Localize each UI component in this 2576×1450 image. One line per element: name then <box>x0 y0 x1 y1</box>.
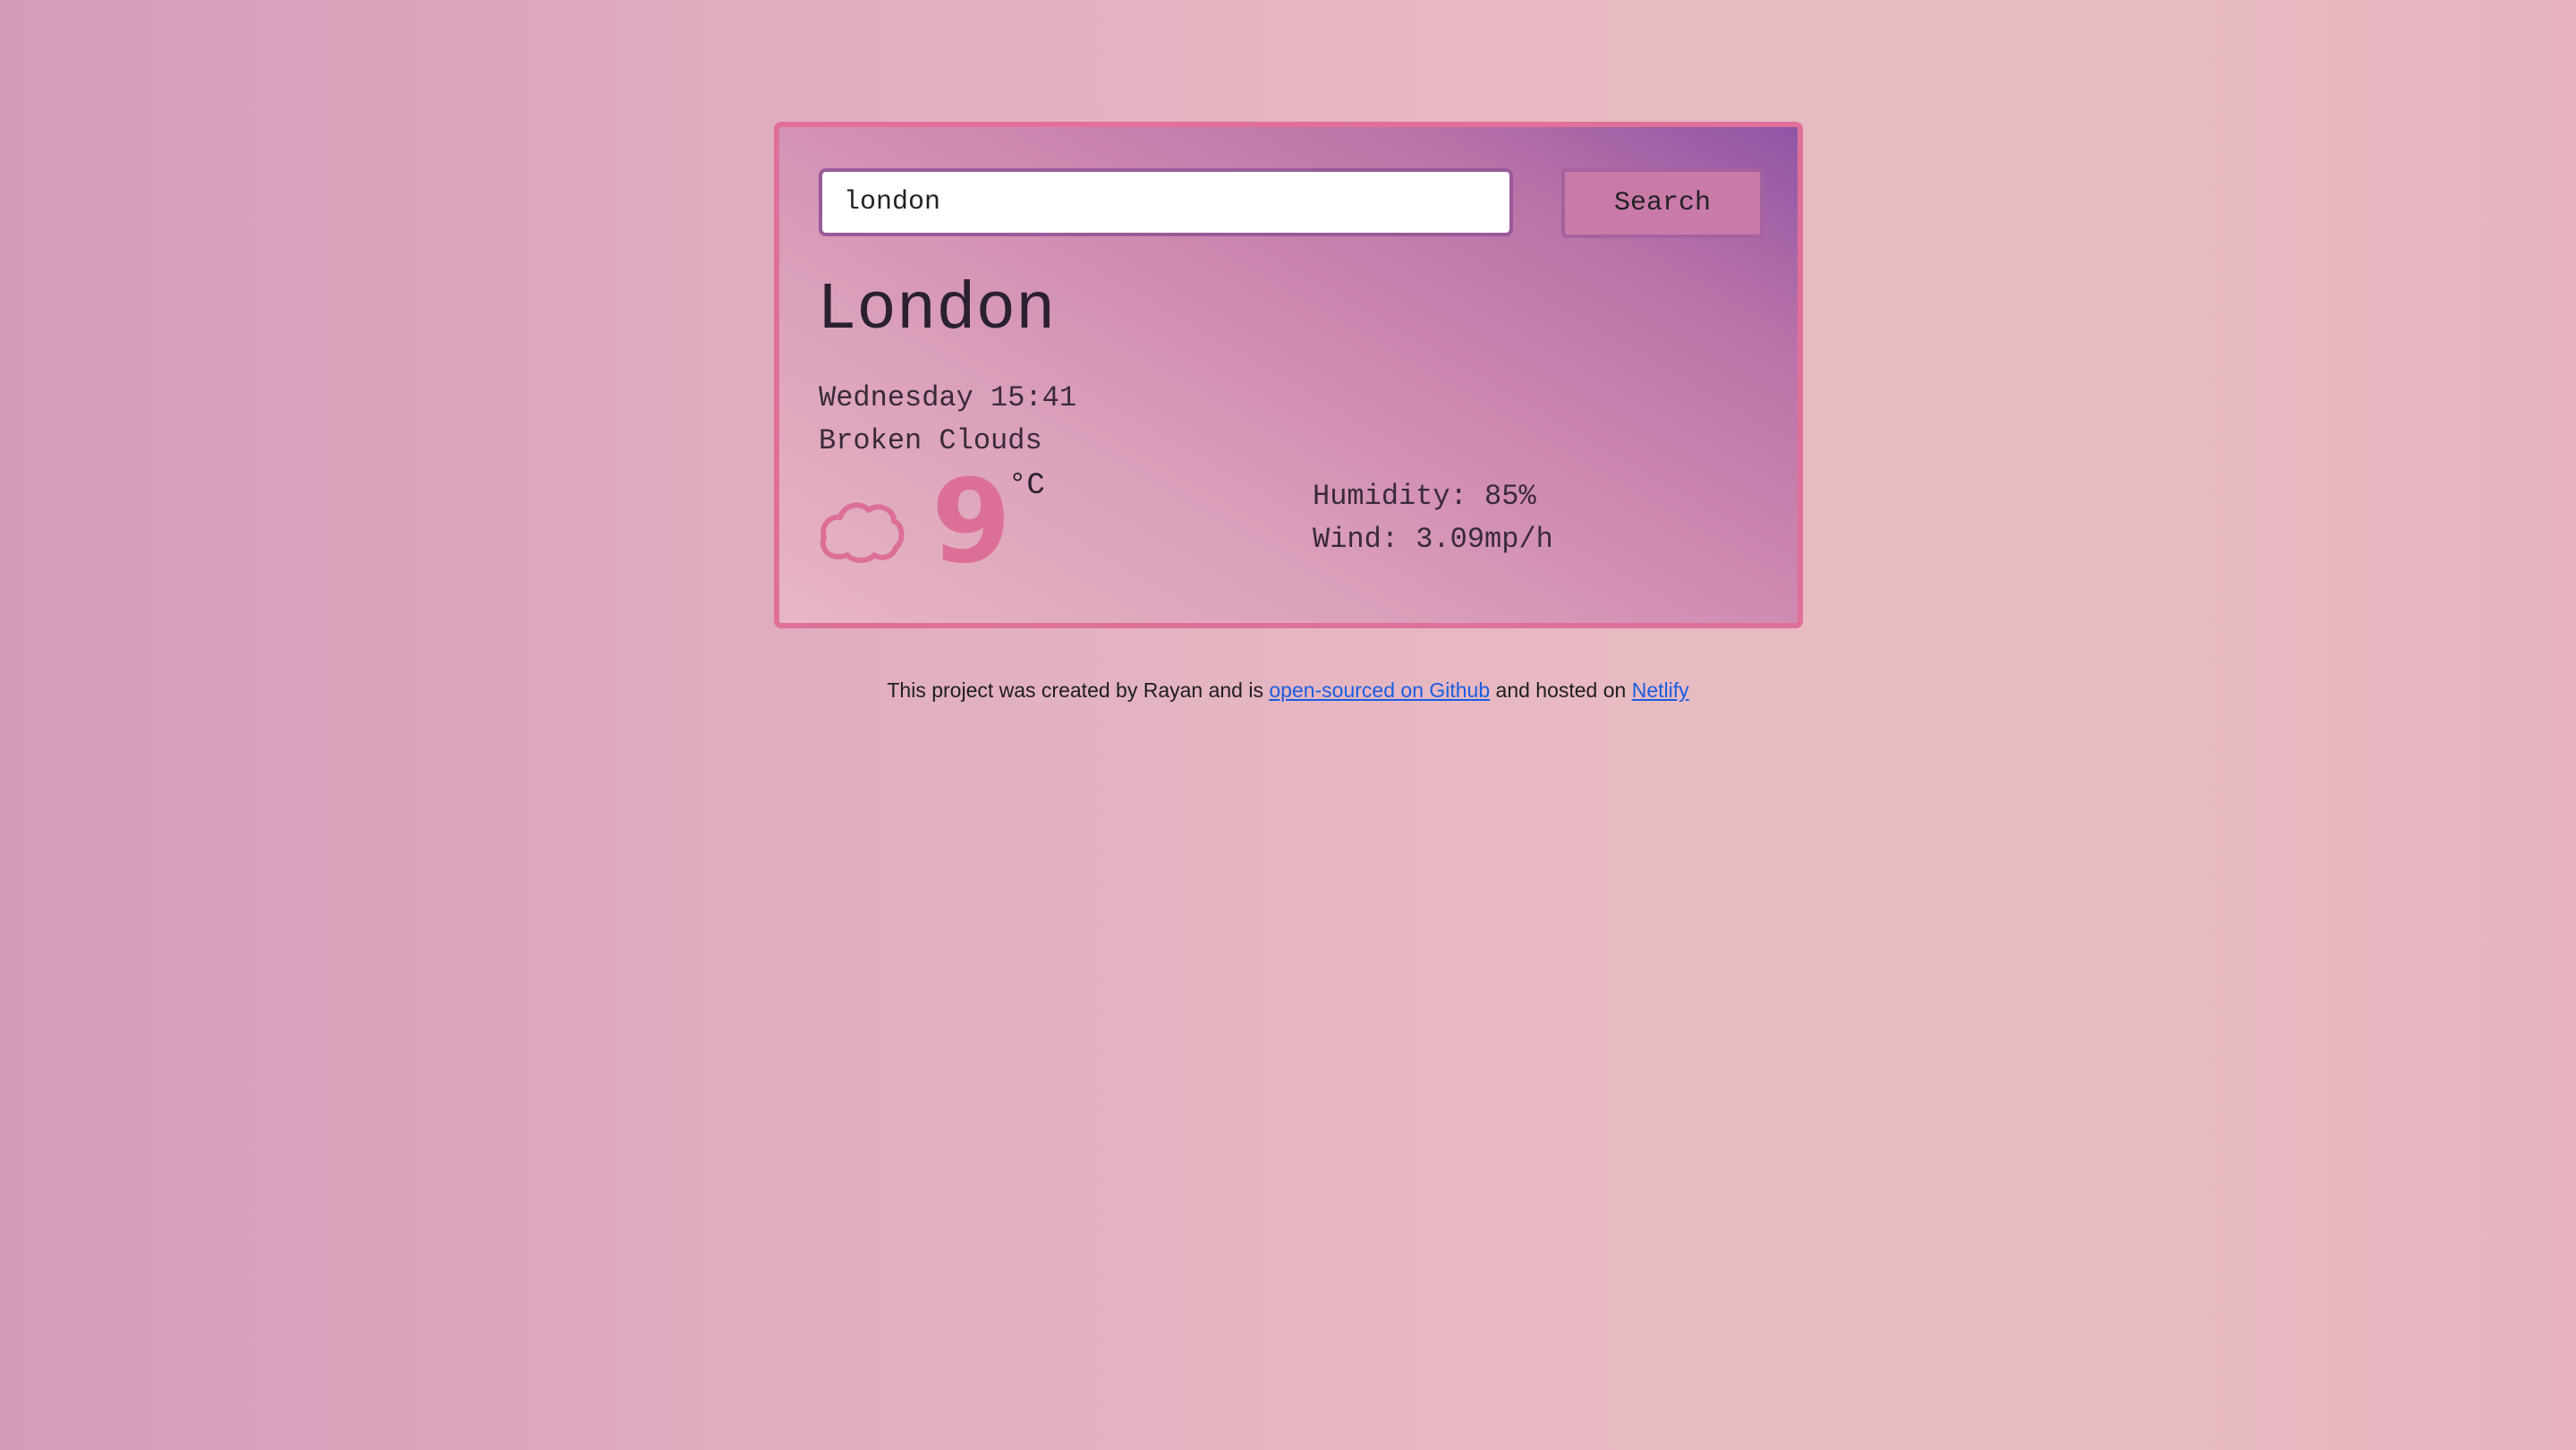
city-name: London <box>817 273 1056 348</box>
weather-description: Broken Clouds <box>819 424 1042 457</box>
search-input[interactable] <box>819 168 1513 236</box>
wind-text: Wind: 3.09mp/h <box>1313 523 1553 556</box>
weather-card: Search London Wednesday 15:41 Broken Clo… <box>774 122 1803 628</box>
cloud-icon <box>820 502 905 563</box>
netlify-link[interactable]: Netlify <box>1632 678 1689 702</box>
footer-text-before: This project was created by Rayan and is <box>887 678 1270 702</box>
github-link[interactable]: open-sourced on Github <box>1269 678 1490 702</box>
date-time: Wednesday 15:41 <box>819 381 1077 414</box>
temperature-unit: °C <box>1008 469 1045 503</box>
footer-text-middle: and hosted on <box>1490 678 1632 702</box>
search-button[interactable]: Search <box>1561 168 1764 238</box>
humidity-text: Humidity: 85% <box>1313 480 1536 513</box>
temperature-value: 9 <box>931 456 1012 589</box>
footer: This project was created by Rayan and is… <box>0 678 2576 703</box>
